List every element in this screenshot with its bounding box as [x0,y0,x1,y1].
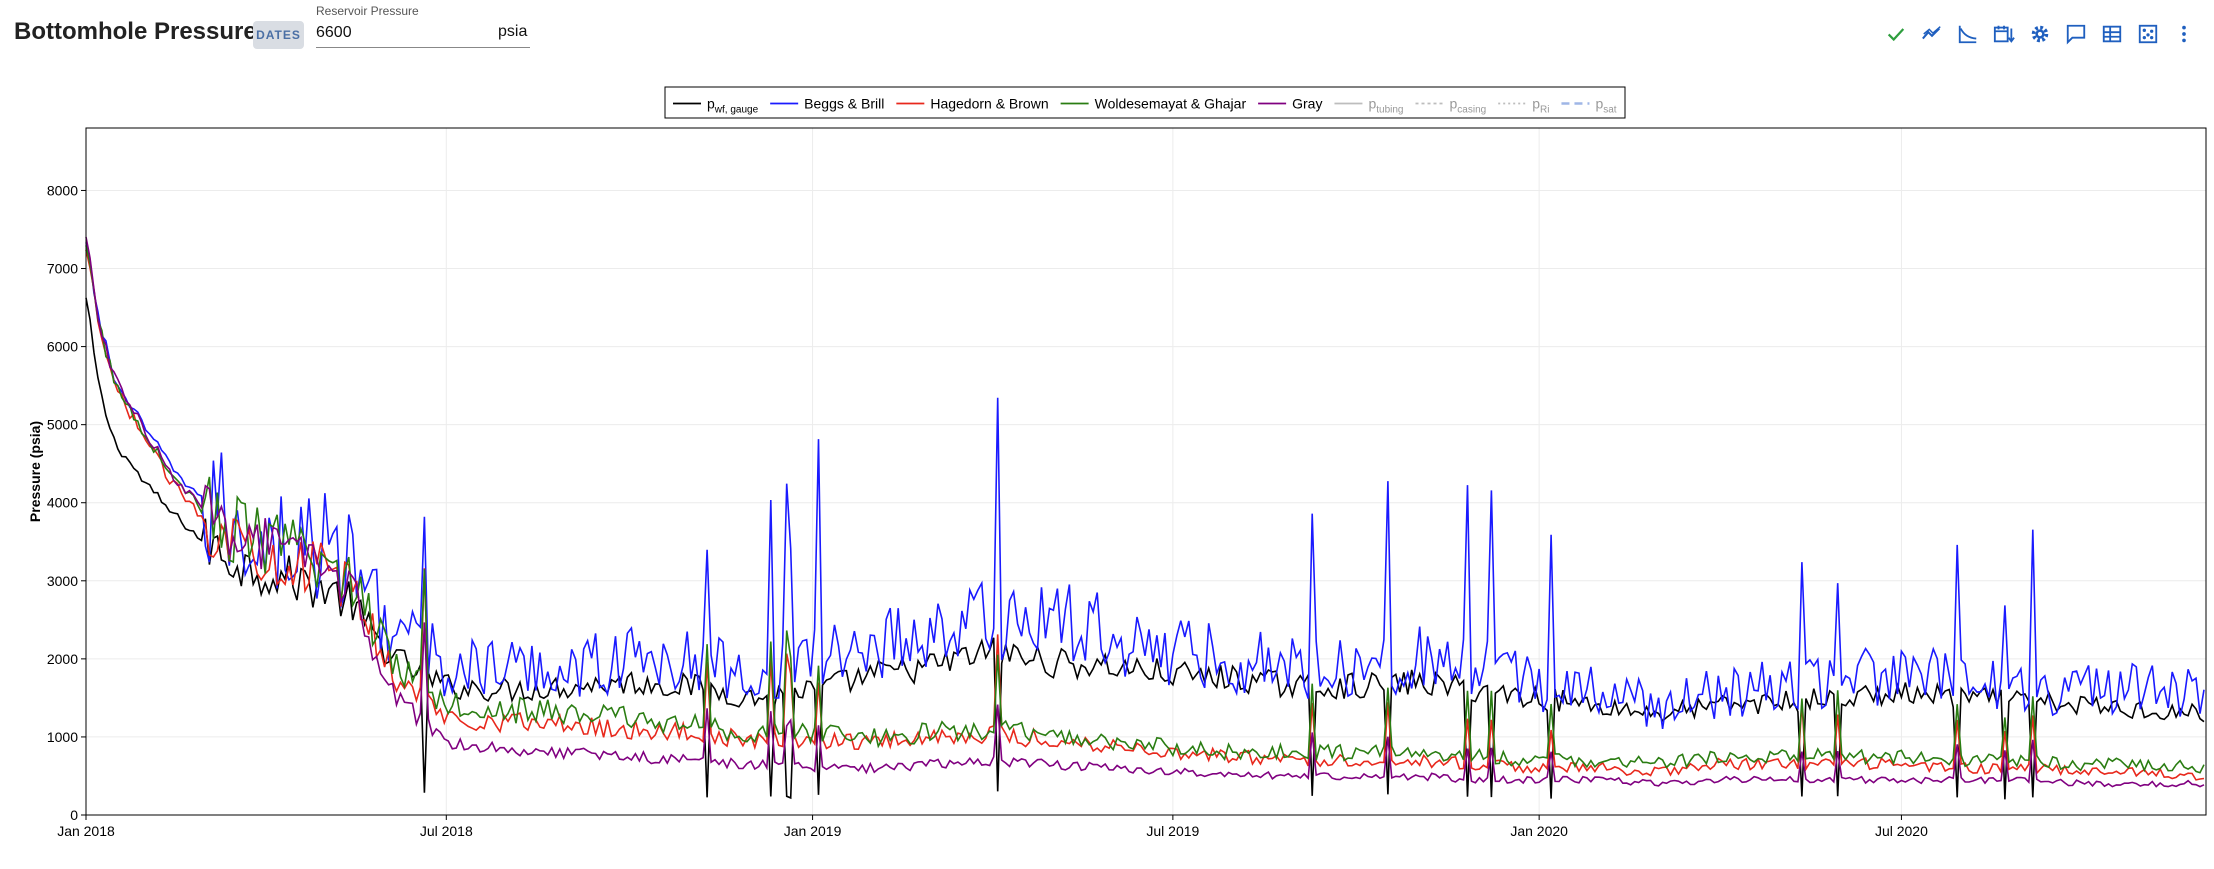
y-tick-label: 4000 [47,495,78,511]
x-tick-label: Jan 2019 [784,823,842,839]
decline-curve-icon[interactable] [1950,20,1986,48]
bottomhole-pressure-chart: 0 1000 2000 3000 4000 5000 6000 7000 8000 Jan 201… [27,86,2207,839]
y-tick-label: 6000 [47,339,78,355]
reservoir-pressure-unit: psia [498,23,528,40]
x-tick-label: Jul 2020 [1875,823,1928,839]
gear-icon[interactable] [2022,20,2058,48]
more-vertical-icon[interactable] [2166,20,2202,48]
chart-container: 0 1000 2000 3000 4000 5000 6000 7000 8000 Jan 201… [0,84,2214,864]
input-underline [316,47,530,48]
trend-icon[interactable] [1914,20,1950,48]
legend-label[interactable]: Gray [1292,96,1322,112]
y-tick-label: 8000 [47,182,78,198]
reservoir-pressure-field: Reservoir Pressure psia [316,2,530,48]
header-bar: Bottomhole Pressure DATES Reservoir Pres… [0,0,2214,62]
calendar-sort-icon[interactable] [1986,20,2022,48]
y-tick-label: 1000 [47,729,78,745]
scatter-icon[interactable] [2130,20,2166,48]
legend-label[interactable]: Woldesemayat & Ghajar [1095,96,1247,112]
legend-label[interactable]: Beggs & Brill [804,96,884,112]
x-tick-label: Jul 2019 [1146,823,1199,839]
y-tick-label: 0 [70,807,78,823]
check-icon[interactable] [1878,20,1914,48]
dates-button[interactable]: DATES [253,21,304,49]
reservoir-pressure-input[interactable] [316,22,484,44]
y-axis-label: Pressure (psia) [27,421,43,522]
legend-label[interactable]: Hagedorn & Brown [930,96,1048,112]
plot-area [86,128,2206,815]
y-tick-label: 3000 [47,573,78,589]
x-tick-label: Jan 2020 [1510,823,1568,839]
y-tick-label: 5000 [47,417,78,433]
y-tick-label: 2000 [47,651,78,667]
comment-icon[interactable] [2058,20,2094,48]
x-tick-label: Jul 2018 [420,823,473,839]
reservoir-pressure-label: Reservoir Pressure [316,4,419,18]
y-tick-label: 7000 [47,261,78,277]
page-title: Bottomhole Pressure [14,18,257,45]
table-icon[interactable] [2094,20,2130,48]
x-tick-label: Jan 2018 [57,823,115,839]
chart-toolbar [1878,20,2202,48]
